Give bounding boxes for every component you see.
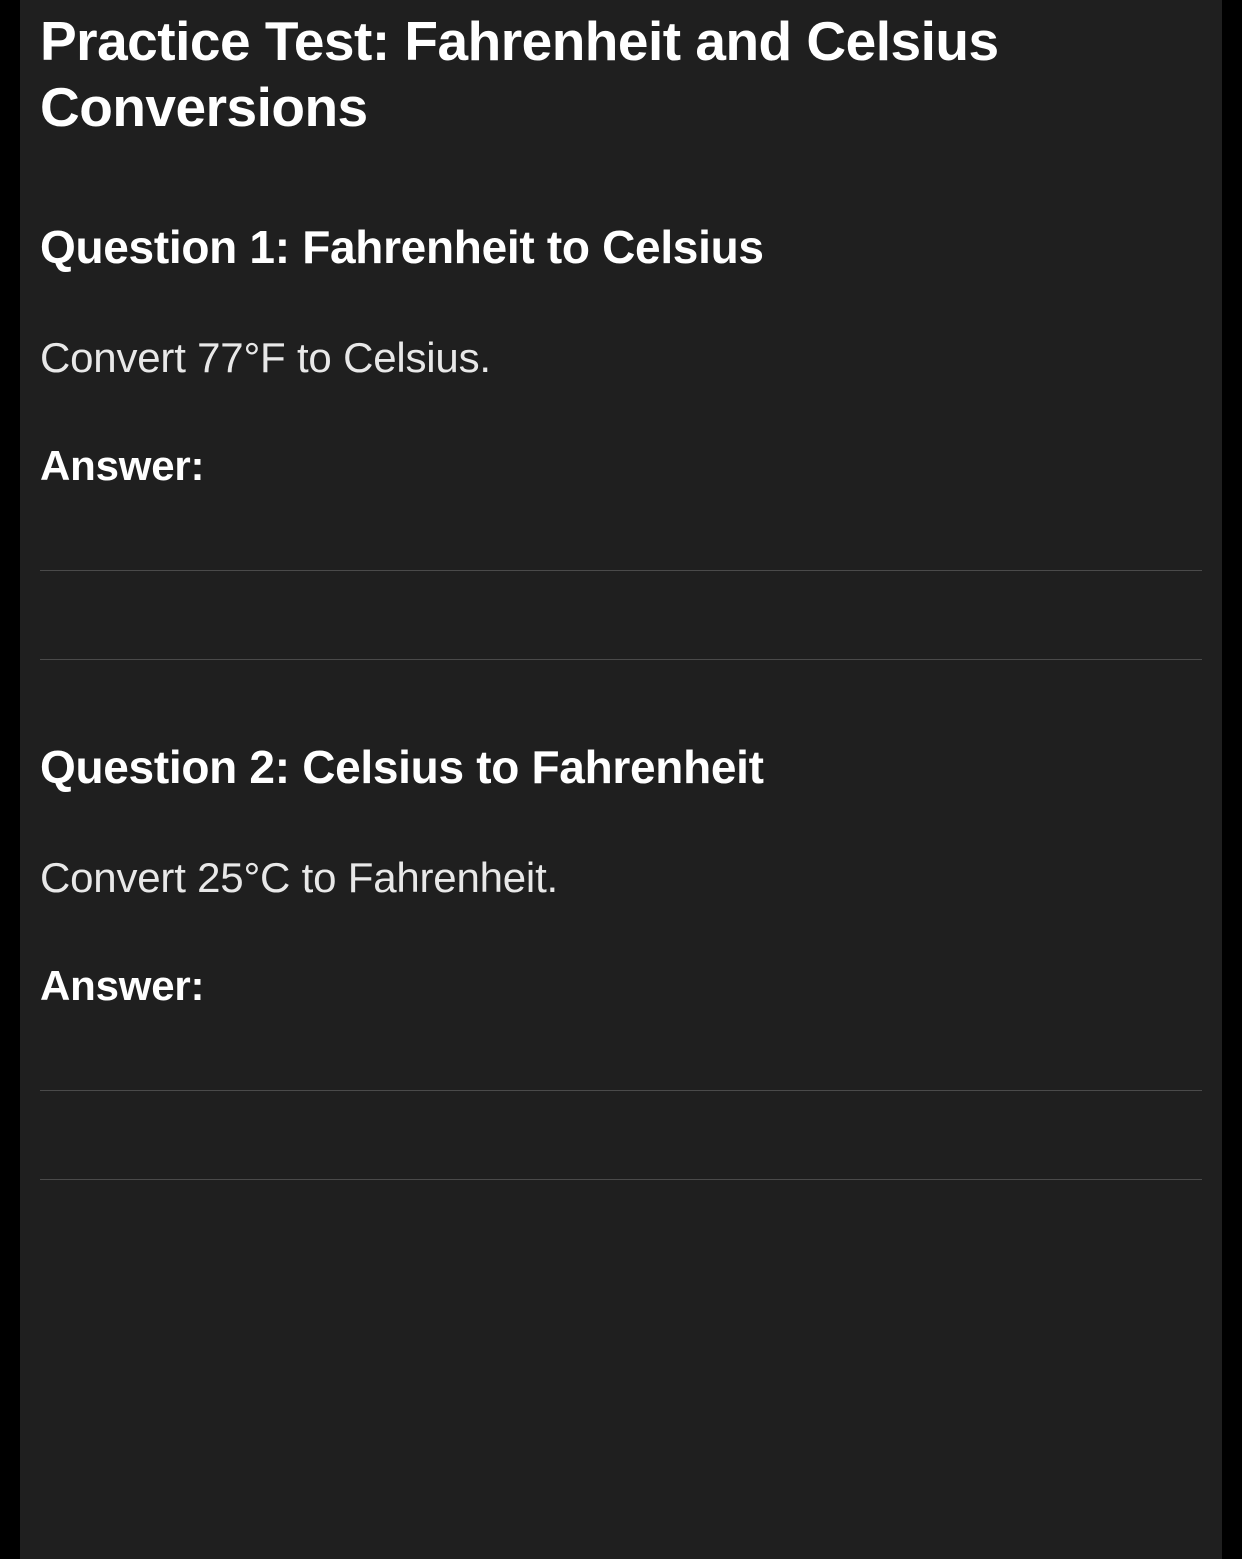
question-2-heading: Question 2: Celsius to Fahrenheit — [40, 740, 1202, 794]
document-container: Practice Test: Fahrenheit and Celsius Co… — [20, 0, 1222, 1559]
question-1-prompt: Convert 77°F to Celsius. — [40, 334, 1202, 382]
question-1-heading: Question 1: Fahrenheit to Celsius — [40, 220, 1202, 274]
divider — [40, 1090, 1202, 1091]
divider — [40, 570, 1202, 571]
divider — [40, 659, 1202, 660]
divider — [40, 1179, 1202, 1180]
question-2-answer-label: Answer: — [40, 962, 1202, 1010]
question-1-answer-label: Answer: — [40, 442, 1202, 490]
page-title: Practice Test: Fahrenheit and Celsius Co… — [40, 0, 1202, 140]
question-2-prompt: Convert 25°C to Fahrenheit. — [40, 854, 1202, 902]
